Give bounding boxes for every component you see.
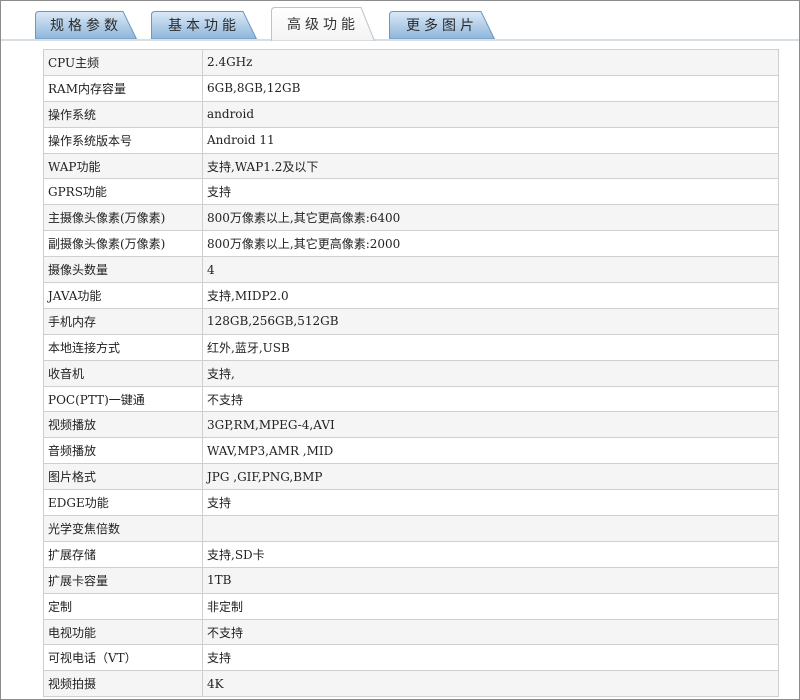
spec-key: WAP功能 bbox=[43, 152, 203, 180]
spec-value: android bbox=[202, 100, 779, 128]
tab-basic-functions[interactable]: 基本功能 bbox=[151, 11, 257, 39]
spec-panel: 规格参数 基本功能 高级功能 更多图片 CPU主频 2.4GHz RAM内存容量… bbox=[0, 0, 800, 700]
spec-key: 视频播放 bbox=[43, 411, 203, 439]
spec-value: 2.4GHz bbox=[202, 49, 779, 76]
tab-label: 高级功能 bbox=[287, 17, 359, 33]
spec-value: JPG ,GIF,PNG,BMP bbox=[202, 463, 779, 491]
table-row: 视频播放 3GP,RM,MPEG-4,AVI bbox=[43, 411, 779, 439]
spec-value: 支持,WAP1.2及以下 bbox=[202, 152, 779, 180]
spec-key: JAVA功能 bbox=[43, 282, 203, 309]
table-row: 手机内存 128GB,256GB,512GB bbox=[43, 307, 779, 335]
tab-specs[interactable]: 规格参数 bbox=[35, 11, 137, 39]
spec-key: 视频拍摄 bbox=[43, 670, 203, 698]
spec-key: 手机内存 bbox=[43, 307, 203, 335]
table-row: EDGE功能 支持 bbox=[43, 489, 779, 517]
table-row: POC(PTT)一键通 不支持 bbox=[43, 385, 779, 413]
spec-value: 不支持 bbox=[202, 618, 779, 646]
spec-key: 光学变焦倍数 bbox=[43, 515, 203, 542]
tab-more-pictures[interactable]: 更多图片 bbox=[389, 11, 495, 39]
spec-key: 电视功能 bbox=[43, 618, 203, 646]
tab-label: 更多图片 bbox=[406, 18, 478, 34]
tab-bar-divider bbox=[1, 39, 799, 41]
table-row: 本地连接方式 红外,蓝牙,USB bbox=[43, 333, 779, 361]
table-row: GPRS功能 支持 bbox=[43, 178, 779, 206]
tab-label: 基本功能 bbox=[168, 18, 240, 34]
table-row: 主摄像头像素(万像素) 800万像素以上,其它更高像素:6400 bbox=[43, 204, 779, 232]
spec-key: CPU主频 bbox=[43, 49, 203, 76]
spec-key: 可视电话（VT） bbox=[43, 644, 203, 672]
spec-value: 不支持 bbox=[202, 385, 779, 413]
spec-key: 收音机 bbox=[43, 359, 203, 387]
table-row: 收音机 支持, bbox=[43, 359, 779, 387]
table-row: 扩展存储 支持,SD卡 bbox=[43, 540, 779, 568]
spec-value: 4 bbox=[202, 256, 779, 284]
table-row: WAP功能 支持,WAP1.2及以下 bbox=[43, 152, 779, 180]
spec-key: 摄像头数量 bbox=[43, 256, 203, 284]
table-row: 光学变焦倍数 bbox=[43, 515, 779, 542]
spec-key: 操作系统版本号 bbox=[43, 126, 203, 154]
tab-label: 规格参数 bbox=[50, 18, 122, 34]
table-row: 操作系统版本号 Android 11 bbox=[43, 126, 779, 154]
spec-key: 图片格式 bbox=[43, 463, 203, 491]
table-row: 操作系统 android bbox=[43, 100, 779, 128]
spec-key: RAM内存容量 bbox=[43, 74, 203, 102]
table-row: CPU主频 2.4GHz bbox=[43, 49, 779, 76]
spec-key: 扩展卡容量 bbox=[43, 566, 203, 594]
spec-key: GPRS功能 bbox=[43, 178, 203, 206]
spec-value bbox=[202, 515, 779, 542]
spec-value: 支持, bbox=[202, 359, 779, 387]
spec-key: 音频播放 bbox=[43, 437, 203, 465]
spec-value: 1TB bbox=[202, 566, 779, 594]
table-row: 摄像头数量 4 bbox=[43, 256, 779, 284]
table-row: RAM内存容量 6GB,8GB,12GB bbox=[43, 74, 779, 102]
spec-value: 支持,SD卡 bbox=[202, 540, 779, 568]
spec-key: 本地连接方式 bbox=[43, 333, 203, 361]
table-row: 定制 非定制 bbox=[43, 592, 779, 620]
table-row: 音频播放 WAV,MP3,AMR ,MID bbox=[43, 437, 779, 465]
spec-key: 副摄像头像素(万像素) bbox=[43, 230, 203, 258]
spec-value: 支持 bbox=[202, 178, 779, 206]
spec-value: 红外,蓝牙,USB bbox=[202, 333, 779, 361]
spec-value: 支持 bbox=[202, 489, 779, 517]
spec-value: 非定制 bbox=[202, 592, 779, 620]
tab-advanced-functions[interactable]: 高级功能 bbox=[271, 7, 375, 41]
spec-value: 128GB,256GB,512GB bbox=[202, 307, 779, 335]
spec-value: 6GB,8GB,12GB bbox=[202, 74, 779, 102]
spec-value: Android 11 bbox=[202, 126, 779, 154]
spec-key: POC(PTT)一键通 bbox=[43, 385, 203, 413]
spec-value: 800万像素以上,其它更高像素:2000 bbox=[202, 230, 779, 258]
tab-bar: 规格参数 基本功能 高级功能 更多图片 bbox=[1, 1, 799, 41]
spec-key: 操作系统 bbox=[43, 100, 203, 128]
spec-value: 3GP,RM,MPEG-4,AVI bbox=[202, 411, 779, 439]
spec-value: 4K bbox=[202, 670, 779, 698]
spec-value: 800万像素以上,其它更高像素:6400 bbox=[202, 204, 779, 232]
spec-key: 定制 bbox=[43, 592, 203, 620]
spec-value: 支持,MIDP2.0 bbox=[202, 282, 779, 309]
table-row: JAVA功能 支持,MIDP2.0 bbox=[43, 282, 779, 309]
table-row: 可视电话（VT） 支持 bbox=[43, 644, 779, 672]
spec-key: 扩展存储 bbox=[43, 540, 203, 568]
table-row: 图片格式 JPG ,GIF,PNG,BMP bbox=[43, 463, 779, 491]
table-row: 视频拍摄 4K bbox=[43, 670, 779, 698]
spec-key: EDGE功能 bbox=[43, 489, 203, 517]
table-row: 扩展卡容量 1TB bbox=[43, 566, 779, 594]
table-row: 电视功能 不支持 bbox=[43, 618, 779, 646]
spec-key: 主摄像头像素(万像素) bbox=[43, 204, 203, 232]
spec-table: CPU主频 2.4GHz RAM内存容量 6GB,8GB,12GB 操作系统 androi… bbox=[43, 49, 779, 698]
spec-value: WAV,MP3,AMR ,MID bbox=[202, 437, 779, 465]
table-row: 副摄像头像素(万像素) 800万像素以上,其它更高像素:2000 bbox=[43, 230, 779, 258]
spec-value: 支持 bbox=[202, 644, 779, 672]
